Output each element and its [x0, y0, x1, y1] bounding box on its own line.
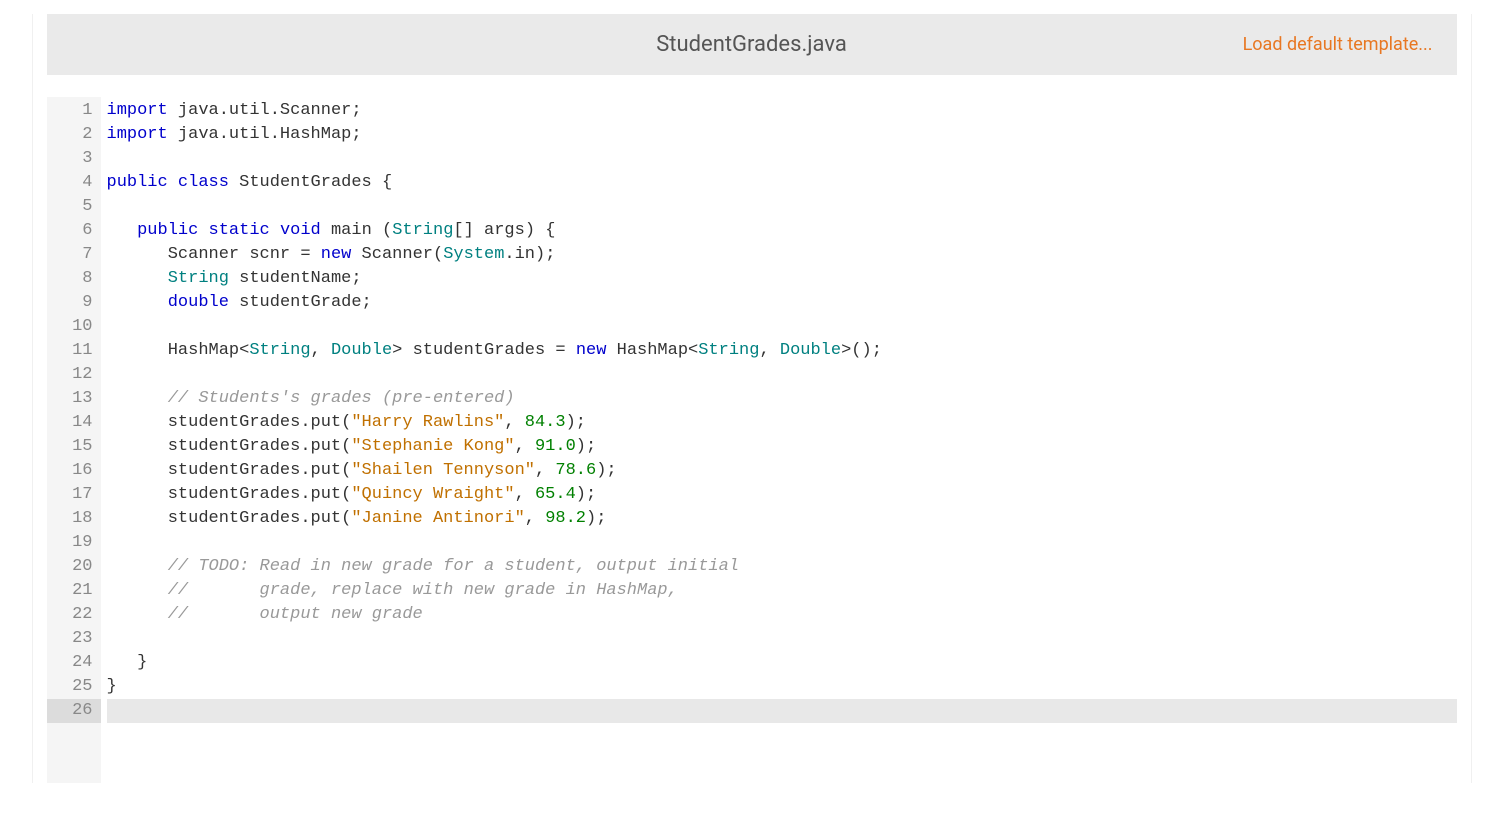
- line-number: 17: [47, 483, 101, 507]
- line-number: 14: [47, 411, 101, 435]
- code-line[interactable]: [107, 363, 1457, 387]
- line-number: 6: [47, 219, 101, 243]
- line-number: 1: [47, 99, 101, 123]
- line-number: 10: [47, 315, 101, 339]
- line-number: 20: [47, 555, 101, 579]
- code-line[interactable]: studentGrades.put("Shailen Tennyson", 78…: [107, 459, 1457, 483]
- code-line[interactable]: String studentName;: [107, 267, 1457, 291]
- editor-container: StudentGrades.java Load default template…: [32, 14, 1472, 783]
- gutter-pad: [47, 723, 101, 783]
- line-number: 12: [47, 363, 101, 387]
- code-line[interactable]: [107, 699, 1457, 723]
- load-default-template-link[interactable]: Load default template...: [847, 34, 1433, 55]
- line-number: 21: [47, 579, 101, 603]
- line-number: 25: [47, 675, 101, 699]
- code-line[interactable]: [107, 147, 1457, 171]
- code-line[interactable]: [107, 531, 1457, 555]
- code-line[interactable]: [107, 195, 1457, 219]
- file-title: StudentGrades.java: [656, 32, 847, 57]
- code-line[interactable]: // Students's grades (pre-entered): [107, 387, 1457, 411]
- line-number: 3: [47, 147, 101, 171]
- line-number: 11: [47, 339, 101, 363]
- file-header-bar: StudentGrades.java Load default template…: [47, 14, 1457, 75]
- code-line[interactable]: [107, 315, 1457, 339]
- editor-bottom-pad: [47, 723, 1457, 783]
- code-line[interactable]: // output new grade: [107, 603, 1457, 627]
- line-number: 13: [47, 387, 101, 411]
- code-line[interactable]: studentGrades.put("Harry Rawlins", 84.3)…: [107, 411, 1457, 435]
- line-number: 15: [47, 435, 101, 459]
- line-number: 5: [47, 195, 101, 219]
- line-number: 7: [47, 243, 101, 267]
- line-number: 24: [47, 651, 101, 675]
- code-line[interactable]: import java.util.HashMap;: [107, 123, 1457, 147]
- code-area[interactable]: import java.util.Scanner;import java.uti…: [101, 97, 1457, 723]
- code-line[interactable]: [107, 627, 1457, 651]
- line-number-gutter: 1234567891011121314151617181920212223242…: [47, 97, 101, 723]
- code-line[interactable]: import java.util.Scanner;: [107, 99, 1457, 123]
- line-number: 2: [47, 123, 101, 147]
- line-number: 4: [47, 171, 101, 195]
- code-line[interactable]: }: [107, 675, 1457, 699]
- code-line[interactable]: public class StudentGrades {: [107, 171, 1457, 195]
- code-line[interactable]: public static void main (String[] args) …: [107, 219, 1457, 243]
- line-number: 18: [47, 507, 101, 531]
- code-line[interactable]: Scanner scnr = new Scanner(System.in);: [107, 243, 1457, 267]
- code-line[interactable]: studentGrades.put("Stephanie Kong", 91.0…: [107, 435, 1457, 459]
- line-number: 22: [47, 603, 101, 627]
- code-line[interactable]: studentGrades.put("Janine Antinori", 98.…: [107, 507, 1457, 531]
- line-number: 9: [47, 291, 101, 315]
- code-line[interactable]: double studentGrade;: [107, 291, 1457, 315]
- line-number: 23: [47, 627, 101, 651]
- code-line[interactable]: // grade, replace with new grade in Hash…: [107, 579, 1457, 603]
- line-number: 19: [47, 531, 101, 555]
- code-line[interactable]: // TODO: Read in new grade for a student…: [107, 555, 1457, 579]
- code-line[interactable]: studentGrades.put("Quincy Wraight", 65.4…: [107, 483, 1457, 507]
- line-number: 26: [47, 699, 101, 723]
- line-number: 16: [47, 459, 101, 483]
- line-number: 8: [47, 267, 101, 291]
- code-line[interactable]: HashMap<String, Double> studentGrades = …: [107, 339, 1457, 363]
- code-line[interactable]: }: [107, 651, 1457, 675]
- code-editor[interactable]: 1234567891011121314151617181920212223242…: [47, 75, 1457, 723]
